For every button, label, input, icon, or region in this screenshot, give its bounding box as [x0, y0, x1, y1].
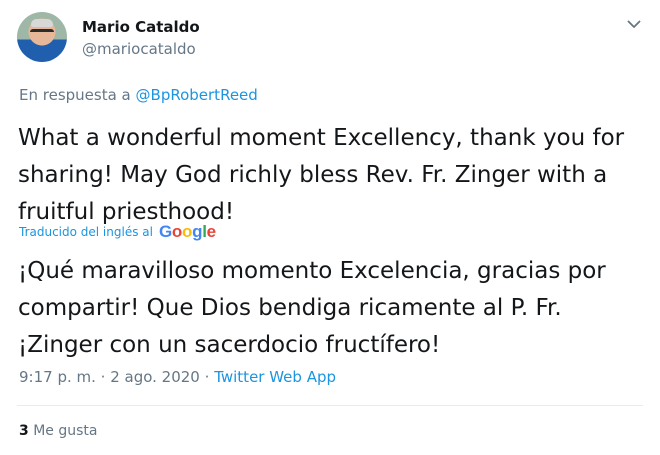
avatar[interactable] [17, 12, 67, 62]
google-logo-letter: e [206, 222, 216, 241]
tweet-source-link[interactable]: Twitter Web App [214, 368, 336, 386]
google-logo: Google [159, 222, 216, 242]
meta-separator: · [204, 368, 210, 386]
likes-count: 3 [19, 423, 29, 439]
likes-stat[interactable]: 3 Me gusta [19, 423, 97, 439]
divider [17, 405, 643, 406]
author-display-name[interactable]: Mario Cataldo [82, 18, 200, 36]
avatar-hair [31, 19, 53, 27]
chevron-down-icon [627, 20, 641, 28]
google-logo-letter: o [182, 222, 193, 241]
tweet-meta: 9:17 p. m. · 2 ago. 2020 · Twitter Web A… [19, 368, 336, 386]
translation-label: Traducido del inglés al [19, 225, 153, 239]
google-logo-letter: g [192, 222, 203, 241]
reply-mention-link[interactable]: @BpRobertReed [136, 86, 258, 104]
google-logo-letter: G [158, 222, 172, 241]
author-handle[interactable]: @mariocataldo [82, 40, 196, 58]
avatar-glasses [30, 29, 54, 38]
likes-label: Me gusta [33, 423, 98, 439]
reply-context: En respuesta a @BpRobertReed [19, 86, 258, 104]
tweet-menu-button[interactable] [624, 14, 644, 34]
translation-attribution[interactable]: Traducido del inglés al Google [19, 222, 216, 242]
translated-text: ¡Qué maravilloso momento Excelencia, gra… [18, 258, 606, 358]
google-logo-letter: o [171, 222, 182, 241]
reply-prefix: En respuesta a [19, 86, 131, 104]
tweet-text: What a wonderful moment Excellency, than… [18, 125, 625, 225]
tweet-timestamp[interactable]: 9:17 p. m. · 2 ago. 2020 [19, 368, 200, 386]
